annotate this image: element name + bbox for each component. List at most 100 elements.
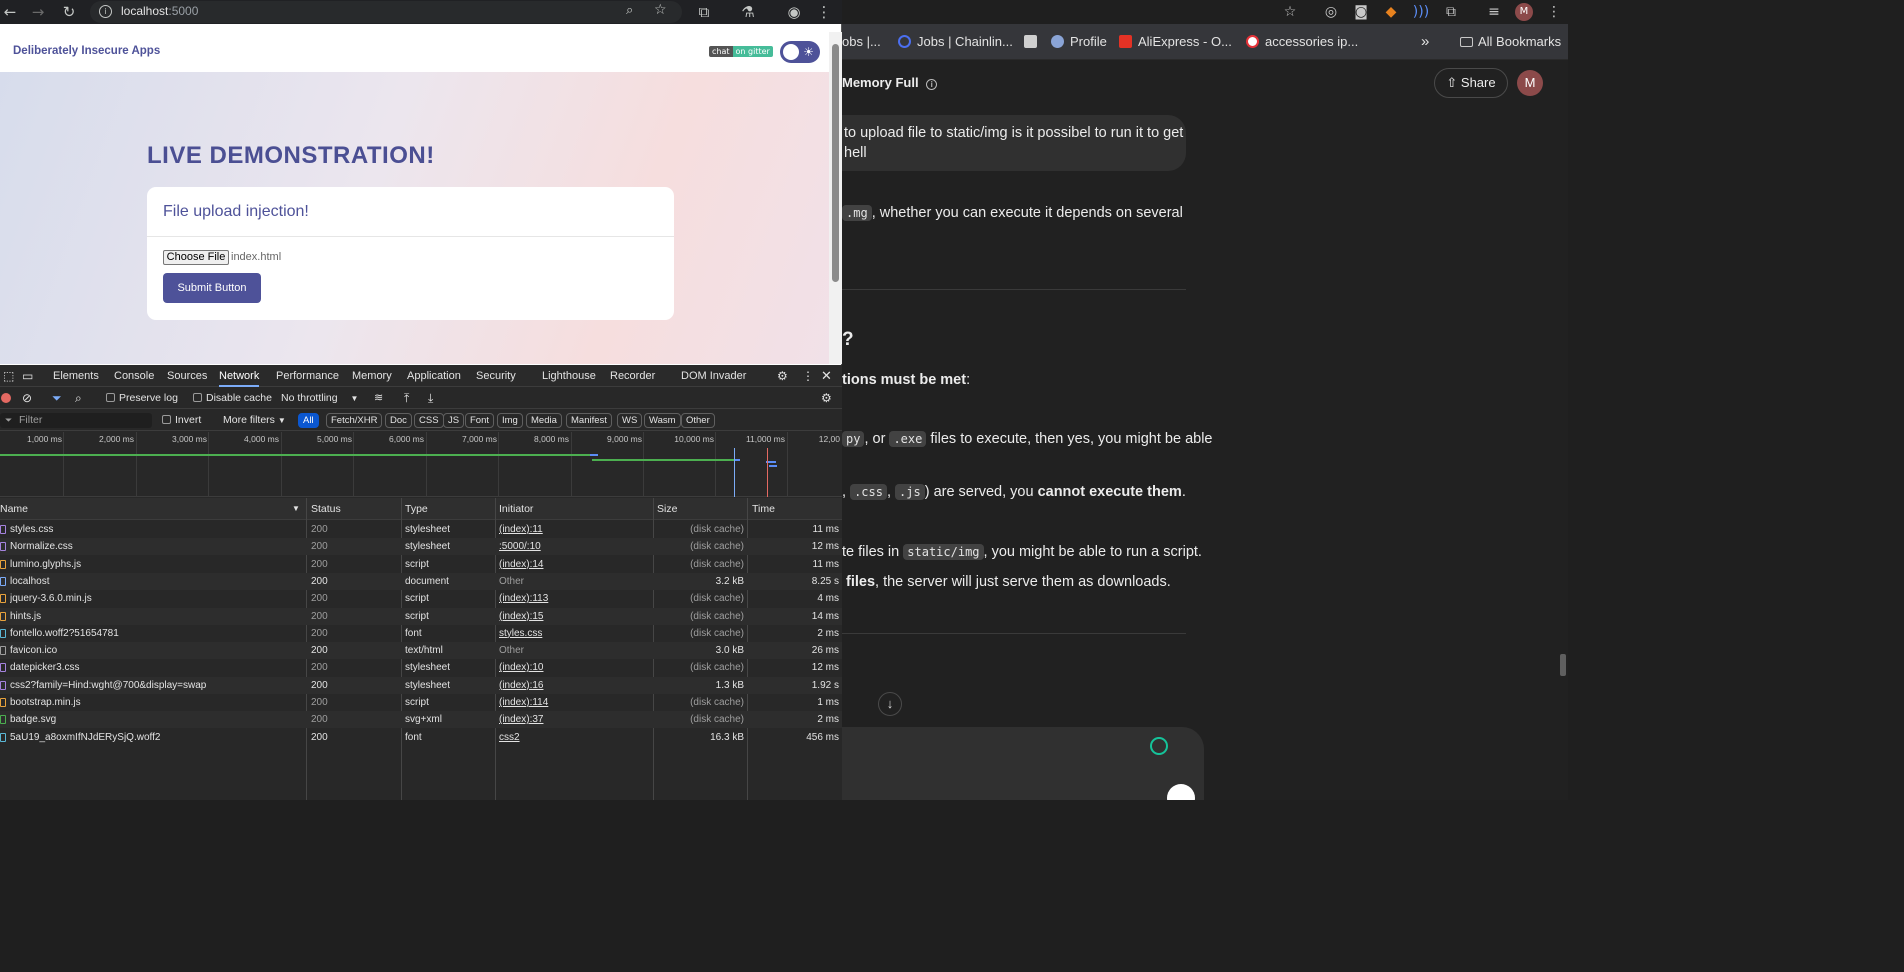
close-icon[interactable]: ✕ bbox=[821, 365, 832, 387]
profile-avatar-icon[interactable]: M bbox=[1515, 3, 1533, 21]
table-row[interactable]: css2?family=Hind:wght@700&display=swap 20… bbox=[0, 676, 842, 694]
filter-other[interactable]: Other bbox=[681, 413, 715, 428]
table-row[interactable]: bootstrap.min.js 200 script (index):114 (dis… bbox=[0, 694, 842, 711]
table-row[interactable]: localhost 200 document Other 3.2 kB 8.25 s bbox=[0, 572, 842, 590]
bookmark-item[interactable]: AliExpress - O... bbox=[1119, 24, 1232, 60]
user-avatar[interactable]: M bbox=[1517, 70, 1543, 96]
tab-lighthouse[interactable]: Lighthouse bbox=[542, 365, 596, 387]
kebab-menu-icon[interactable]: ⋮ bbox=[1545, 3, 1563, 21]
zoom-icon[interactable]: ⌕ bbox=[626, 3, 633, 18]
request-initiator[interactable]: (index):15 bbox=[499, 608, 649, 625]
filter-img[interactable]: Img bbox=[497, 413, 523, 428]
filter-all[interactable]: All bbox=[298, 413, 319, 428]
forward-arrow-icon[interactable]: → bbox=[28, 2, 48, 22]
filter-ws[interactable]: WS bbox=[617, 413, 643, 428]
tab-memory[interactable]: Memory bbox=[352, 365, 392, 387]
device-toolbar-icon[interactable]: ▭ bbox=[22, 365, 33, 387]
submit-button[interactable]: Submit Button bbox=[163, 273, 261, 303]
more-bookmarks-chevron-icon[interactable]: » bbox=[1421, 24, 1429, 60]
filter-wasm[interactable]: Wasm bbox=[644, 413, 681, 428]
media-controls-icon[interactable]: ≡ bbox=[1485, 3, 1503, 21]
table-row[interactable]: 5aU19_a8oxmIfNJdERySjQ.woff2 200 font css2 1… bbox=[0, 729, 842, 746]
tab-sources[interactable]: Sources bbox=[167, 365, 207, 387]
tab-elements[interactable]: Elements bbox=[53, 365, 99, 387]
request-initiator[interactable]: (index):113 bbox=[499, 590, 649, 607]
table-row[interactable]: fontello.woff2?51654781 200 font styles.css… bbox=[0, 625, 842, 642]
request-initiator[interactable]: css2 bbox=[499, 729, 649, 746]
table-row[interactable]: favicon.ico 200 text/html Other 3.0 kB 26 ms bbox=[0, 642, 842, 660]
settings-gear-icon[interactable]: ⚙ bbox=[777, 365, 788, 387]
all-bookmarks[interactable]: All Bookmarks bbox=[1460, 24, 1561, 60]
import-har-icon[interactable]: ⤒ bbox=[404, 388, 409, 409]
filter-css[interactable]: CSS bbox=[414, 413, 444, 428]
gitter-chat-badge[interactable]: chat on gitter bbox=[709, 45, 773, 58]
column-initiator[interactable]: Initiator bbox=[499, 498, 533, 520]
more-filters-dropdown[interactable]: More filters ▼ bbox=[223, 410, 286, 431]
tab-performance[interactable]: Performance bbox=[276, 365, 339, 387]
column-name[interactable]: Name bbox=[0, 498, 28, 520]
request-initiator[interactable]: (index):114 bbox=[499, 694, 649, 711]
bookmark-item[interactable]: Profile bbox=[1051, 24, 1107, 60]
filter-js[interactable]: JS bbox=[443, 413, 465, 428]
share-button[interactable]: ⇧ Share bbox=[1434, 68, 1508, 98]
profile-icon[interactable]: ◉ bbox=[784, 2, 804, 22]
request-initiator[interactable]: (index):16 bbox=[499, 677, 649, 694]
table-row[interactable]: styles.css 200 stylesheet (index):11 (disk c… bbox=[0, 521, 842, 538]
extension-circle-icon[interactable]: ◎ bbox=[1322, 3, 1340, 21]
page-scrollbar-thumb[interactable] bbox=[1560, 654, 1566, 676]
throttling-select[interactable]: No throttling ▼ bbox=[281, 388, 358, 409]
filter-font[interactable]: Font bbox=[465, 413, 495, 428]
page-scrollbar-thumb[interactable] bbox=[832, 44, 839, 282]
invert-checkbox[interactable]: Invert bbox=[162, 410, 201, 431]
filter-fetch-xhr[interactable]: Fetch/XHR bbox=[326, 413, 383, 428]
record-icon[interactable] bbox=[1, 393, 11, 403]
preserve-log-checkbox[interactable]: Preserve log bbox=[106, 388, 178, 409]
back-arrow-icon[interactable]: ← bbox=[0, 2, 20, 22]
chat-input-box[interactable] bbox=[842, 727, 1204, 800]
filter-doc[interactable]: Doc bbox=[385, 413, 412, 428]
reload-icon[interactable]: ↻ bbox=[59, 2, 79, 22]
extensions-puzzle-icon[interactable]: ⧉ bbox=[1442, 3, 1460, 21]
wifi-extension-icon[interactable]: ))) bbox=[1412, 3, 1430, 21]
clear-icon[interactable]: ⊘ bbox=[22, 388, 32, 409]
column-type[interactable]: Type bbox=[405, 498, 428, 520]
camera-icon[interactable]: ◙ bbox=[1352, 3, 1370, 21]
extensions-icon[interactable]: ⧉ bbox=[694, 2, 714, 22]
column-status[interactable]: Status bbox=[311, 498, 341, 520]
tab-application[interactable]: Application bbox=[407, 365, 461, 387]
sort-desc-icon[interactable]: ▼ bbox=[292, 498, 300, 520]
choose-file-button[interactable]: Choose File bbox=[163, 250, 229, 265]
metamask-icon[interactable]: ◆ bbox=[1382, 3, 1400, 21]
column-time[interactable]: Time bbox=[752, 498, 775, 520]
grammarly-icon[interactable] bbox=[1150, 737, 1168, 755]
table-row[interactable]: badge.svg 200 svg+xml (index):37 (disk cache… bbox=[0, 711, 842, 729]
tab-recorder[interactable]: Recorder bbox=[610, 365, 655, 387]
info-icon[interactable]: i bbox=[926, 79, 938, 90]
table-row[interactable]: hints.js 200 script (index):15 (disk cache) 1… bbox=[0, 607, 842, 625]
site-brand[interactable]: Deliberately Insecure Apps bbox=[13, 45, 160, 57]
request-initiator[interactable]: :5000/:10 bbox=[499, 538, 649, 555]
filter-manifest[interactable]: Manifest bbox=[566, 413, 612, 428]
bookmark-item[interactable]: obs |... bbox=[842, 24, 881, 60]
table-row[interactable]: Normalize.css 200 stylesheet:5000/:10 (disk… bbox=[0, 538, 842, 556]
request-initiator[interactable]: styles.css bbox=[499, 625, 649, 642]
table-row[interactable]: lumino.glyphs.js 200 script (index):14 (disk… bbox=[0, 556, 842, 573]
tab-dom-invader[interactable]: DOM Invader bbox=[681, 365, 746, 387]
theme-toggle[interactable]: ☀ bbox=[780, 41, 820, 63]
network-timeline[interactable]: 1,000 ms 2,000 ms 3,000 ms 4,000 ms 5,00… bbox=[0, 432, 842, 497]
filter-media[interactable]: Media bbox=[526, 413, 562, 428]
request-initiator[interactable]: (index):11 bbox=[499, 521, 649, 538]
column-size[interactable]: Size bbox=[657, 498, 677, 520]
search-icon[interactable]: ⌕ bbox=[75, 388, 82, 409]
table-row[interactable]: datepicker3.css 200 stylesheet (index):10 (d… bbox=[0, 659, 842, 676]
kebab-menu-icon[interactable]: ⋮ bbox=[814, 2, 834, 22]
site-info-icon[interactable]: i bbox=[99, 5, 112, 18]
disable-cache-checkbox[interactable]: Disable cache bbox=[193, 388, 272, 409]
request-initiator[interactable]: (index):14 bbox=[499, 556, 649, 573]
request-initiator[interactable]: (index):37 bbox=[499, 711, 649, 728]
kebab-menu-icon[interactable]: ⋮ bbox=[802, 365, 814, 387]
network-conditions-icon[interactable]: ≋ bbox=[374, 388, 383, 409]
table-row[interactable]: jquery-3.6.0.min.js 200 script (index):113 (… bbox=[0, 590, 842, 607]
address-bar[interactable]: i localhost:5000 ⌕ ☆ bbox=[90, 1, 682, 23]
bookmark-item[interactable]: accessories ip... bbox=[1246, 24, 1358, 60]
